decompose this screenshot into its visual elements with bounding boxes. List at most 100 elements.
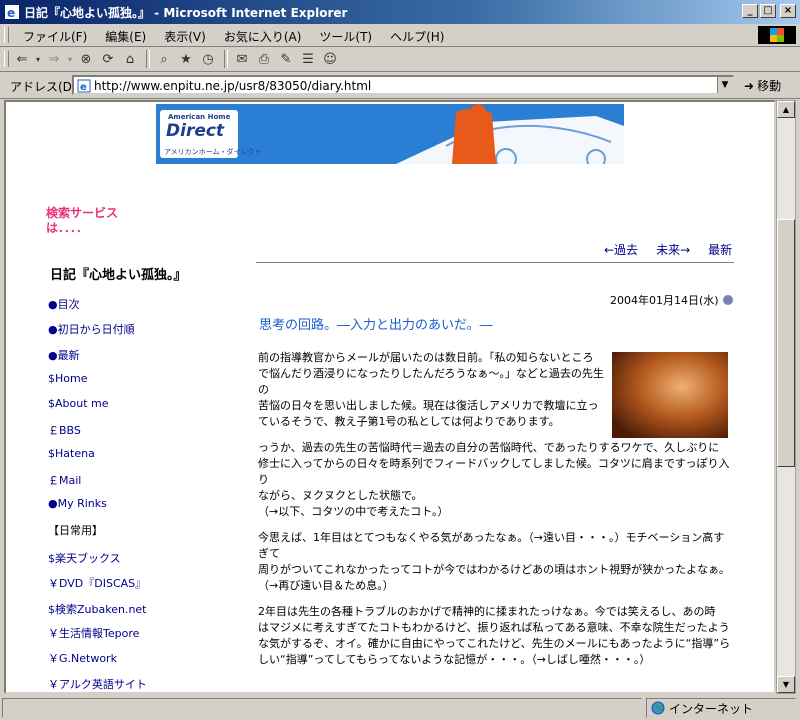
- minimize-button[interactable]: _: [742, 4, 758, 18]
- sidebar-link-rinks[interactable]: ●My Rinks: [48, 497, 107, 510]
- scroll-up-icon[interactable]: ▲: [777, 101, 795, 118]
- paragraph-line: ながら、ヌクヌクとした状態で。: [258, 489, 423, 502]
- forward-icon[interactable]: ⇒: [44, 49, 64, 69]
- date-bullet-icon: [722, 295, 733, 305]
- back-dropdown-icon[interactable]: ▾: [34, 49, 42, 69]
- menu-favorites[interactable]: お気に入り(A): [215, 28, 311, 45]
- nav-prev-link[interactable]: ←過去: [604, 241, 638, 258]
- paragraph-line: （→再び遠い目＆ため息。）: [258, 579, 394, 592]
- sidebar-link-mail[interactable]: ￡Mail: [48, 472, 81, 488]
- entry-paragraph-4: 2年目は先生の各種トラブルのおかげで精神的に揉まれたっけなぁ。今では笑えるし、あ…: [258, 604, 734, 668]
- sidebar-title: 日記『心地よい孤独。』: [50, 268, 187, 283]
- entry-photo: [612, 352, 728, 438]
- search-service-line1: 検索サービス: [46, 206, 119, 220]
- nav-next-link[interactable]: 未来→: [656, 241, 690, 258]
- menu-file[interactable]: ファイル(F): [14, 28, 96, 45]
- go-arrow-icon: ➜: [744, 78, 755, 93]
- svg-text:e: e: [80, 82, 87, 93]
- sidebar-link-home[interactable]: $Home: [48, 372, 87, 385]
- toolbar-separator: [146, 50, 150, 68]
- menu-bar: ファイル(F) 編集(E) 表示(V) お気に入り(A) ツール(T) ヘルプ(…: [0, 24, 800, 47]
- search-service-line2: は．．．．: [46, 221, 89, 235]
- paragraph-line: っうか、過去の先生の苦悩時代＝過去の自分の苦悩時代、であったりするワケで、久しぶ…: [258, 441, 720, 454]
- address-label: アドレス(D): [10, 80, 77, 94]
- search-icon[interactable]: ⌕: [154, 49, 174, 69]
- messenger-icon[interactable]: ☺: [320, 49, 340, 69]
- entry-paragraph-3: 今思えば、1年目はとてつもなくやる気があったなぁ。（→遠い目・・・。）モチベーシ…: [258, 530, 734, 594]
- sidebar-link-rakuten[interactable]: $楽天ブックス: [48, 550, 121, 566]
- sidebar-link-latest[interactable]: ●最新: [48, 347, 80, 363]
- vertical-scrollbar[interactable]: ▲ ▼: [776, 100, 796, 694]
- zone-label: インターネット: [669, 701, 754, 716]
- sidebar-link-chronological[interactable]: ●初日から日付順: [48, 321, 135, 337]
- toolbar: ⇐ ▾ ⇒ ▾ ⊗ ⟳ ⌂ ⌕ ★ ◷ ✉ ⎙ ✎ ☰ ☺: [0, 47, 800, 72]
- menu-edit[interactable]: 編集(E): [96, 28, 155, 45]
- stop-icon[interactable]: ⊗: [76, 49, 96, 69]
- maximize-button[interactable]: □: [760, 4, 776, 18]
- page-icon: e: [77, 79, 91, 93]
- entry-title: 思考の回路。―入力と出力のあいだ。―: [259, 318, 493, 333]
- menu-view[interactable]: 表示(V): [155, 28, 215, 45]
- paragraph-line: しい“指導”ってしてもらってないような記憶が・・・。（→しばし唖然・・・。）: [258, 653, 651, 666]
- forward-dropdown-icon[interactable]: ▾: [66, 49, 74, 69]
- windows-logo-icon: [758, 26, 796, 44]
- print-icon[interactable]: ⎙: [254, 49, 274, 69]
- scroll-down-icon[interactable]: ▼: [777, 676, 795, 693]
- sidebar-link-bbs[interactable]: ￡BBS: [48, 422, 81, 438]
- nav-latest-link[interactable]: 最新: [708, 241, 732, 258]
- paragraph-line: 修士に入ってからの日々を時系列でフィードバックしてしました候。コタツに肩まですっ…: [258, 457, 730, 486]
- ad-banner[interactable]: American Home Direct アメリカンホーム・ダイレクト: [156, 104, 624, 164]
- title-bar: e 日記『心地よい孤独。』 - Microsoft Internet Explo…: [0, 0, 800, 24]
- close-button[interactable]: ×: [780, 4, 796, 18]
- menu-grip[interactable]: [4, 27, 9, 43]
- paragraph-line: 今思えば、1年目はとてつもなくやる気があったなぁ。（→遠い目・・・。）モチベーシ…: [258, 531, 725, 560]
- back-icon[interactable]: ⇐: [12, 49, 32, 69]
- sidebar-link-contents[interactable]: ●目次: [48, 296, 80, 312]
- refresh-icon[interactable]: ⟳: [98, 49, 118, 69]
- status-text: [2, 698, 642, 718]
- mail-icon[interactable]: ✉: [232, 49, 252, 69]
- banner-logo: American Home Direct アメリカンホーム・ダイレクト: [160, 110, 261, 158]
- entry-date: 2004年01月14日(水): [610, 292, 733, 308]
- address-dropdown-icon[interactable]: ▼: [717, 77, 732, 93]
- sidebar-link-about[interactable]: $About me: [48, 397, 109, 410]
- address-input[interactable]: e http://www.enpitu.ne.jp/usr8/83050/dia…: [72, 75, 734, 95]
- go-button[interactable]: ➜ 移動: [744, 77, 781, 94]
- favorites-icon[interactable]: ★: [176, 49, 196, 69]
- entry-paragraph-2: っうか、過去の先生の苦悩時代＝過去の自分の苦悩時代、であったりするワケで、久しぶ…: [258, 440, 734, 520]
- sidebar-link-alc[interactable]: ￥アルク英語サイト: [48, 676, 147, 692]
- sidebar-link-gnetwork[interactable]: ￥G.Network: [48, 650, 117, 666]
- toolbar-separator: [224, 50, 228, 68]
- entry-paragraph-1: 前の指導教官からメールが届いたのは数日前。「私の知らないところ で悩んだり酒浸り…: [258, 350, 610, 430]
- toolbar-grip[interactable]: [4, 51, 9, 67]
- window-title: 日記『心地よい孤独。』 - Microsoft Internet Explore…: [24, 6, 348, 20]
- sidebar-link-discas[interactable]: ￥DVD『DISCAS』: [48, 575, 146, 591]
- banner-logo-big: Direct: [166, 121, 225, 141]
- go-label: 移動: [757, 79, 782, 93]
- entry-nav: ←過去 未来→ 最新: [604, 241, 732, 258]
- paragraph-line: な気がするぞ、オイ。確かに自由にやってこれたけど、先生のメールにもあったように“…: [258, 637, 731, 650]
- paragraph-line: ているそうで、教え子第1号の私としては何よりであります。: [258, 415, 560, 428]
- scroll-thumb[interactable]: [777, 219, 795, 467]
- edit-icon[interactable]: ✎: [276, 49, 296, 69]
- sidebar-link-tepore[interactable]: ￥生活情報Tepore: [48, 625, 139, 641]
- sidebar-link-hatena[interactable]: $Hatena: [48, 447, 95, 460]
- home-icon[interactable]: ⌂: [120, 49, 140, 69]
- svg-text:e: e: [7, 6, 15, 20]
- address-bar: アドレス(D) e http://www.enpitu.ne.jp/usr8/8…: [0, 72, 800, 99]
- divider: [256, 262, 734, 263]
- paragraph-line: 前の指導教官からメールが届いたのは数日前。「私の知らないところ: [258, 351, 594, 364]
- globe-icon: [651, 701, 665, 715]
- menu-help[interactable]: ヘルプ(H): [381, 28, 453, 45]
- status-bar: インターネット: [0, 696, 800, 720]
- search-service-link[interactable]: 検索サービス は．．．．: [46, 206, 136, 236]
- url-text[interactable]: http://www.enpitu.ne.jp/usr8/83050/diary…: [94, 79, 371, 93]
- discuss-icon[interactable]: ☰: [298, 49, 318, 69]
- paragraph-line: で悩んだり酒浸りになったりしたんだろうなぁ〜。」などと過去の先生の: [258, 367, 604, 396]
- sidebar-section-daily: 【日常用】: [48, 524, 103, 537]
- page-viewport[interactable]: American Home Direct アメリカンホーム・ダイレクト 検索サー…: [4, 100, 776, 694]
- sidebar-link-zubaken[interactable]: $検索Zubaken.net: [48, 601, 147, 617]
- history-icon[interactable]: ◷: [198, 49, 218, 69]
- menu-tools[interactable]: ツール(T): [310, 28, 381, 45]
- entry-date-text: 2004年01月14日(水): [610, 294, 719, 307]
